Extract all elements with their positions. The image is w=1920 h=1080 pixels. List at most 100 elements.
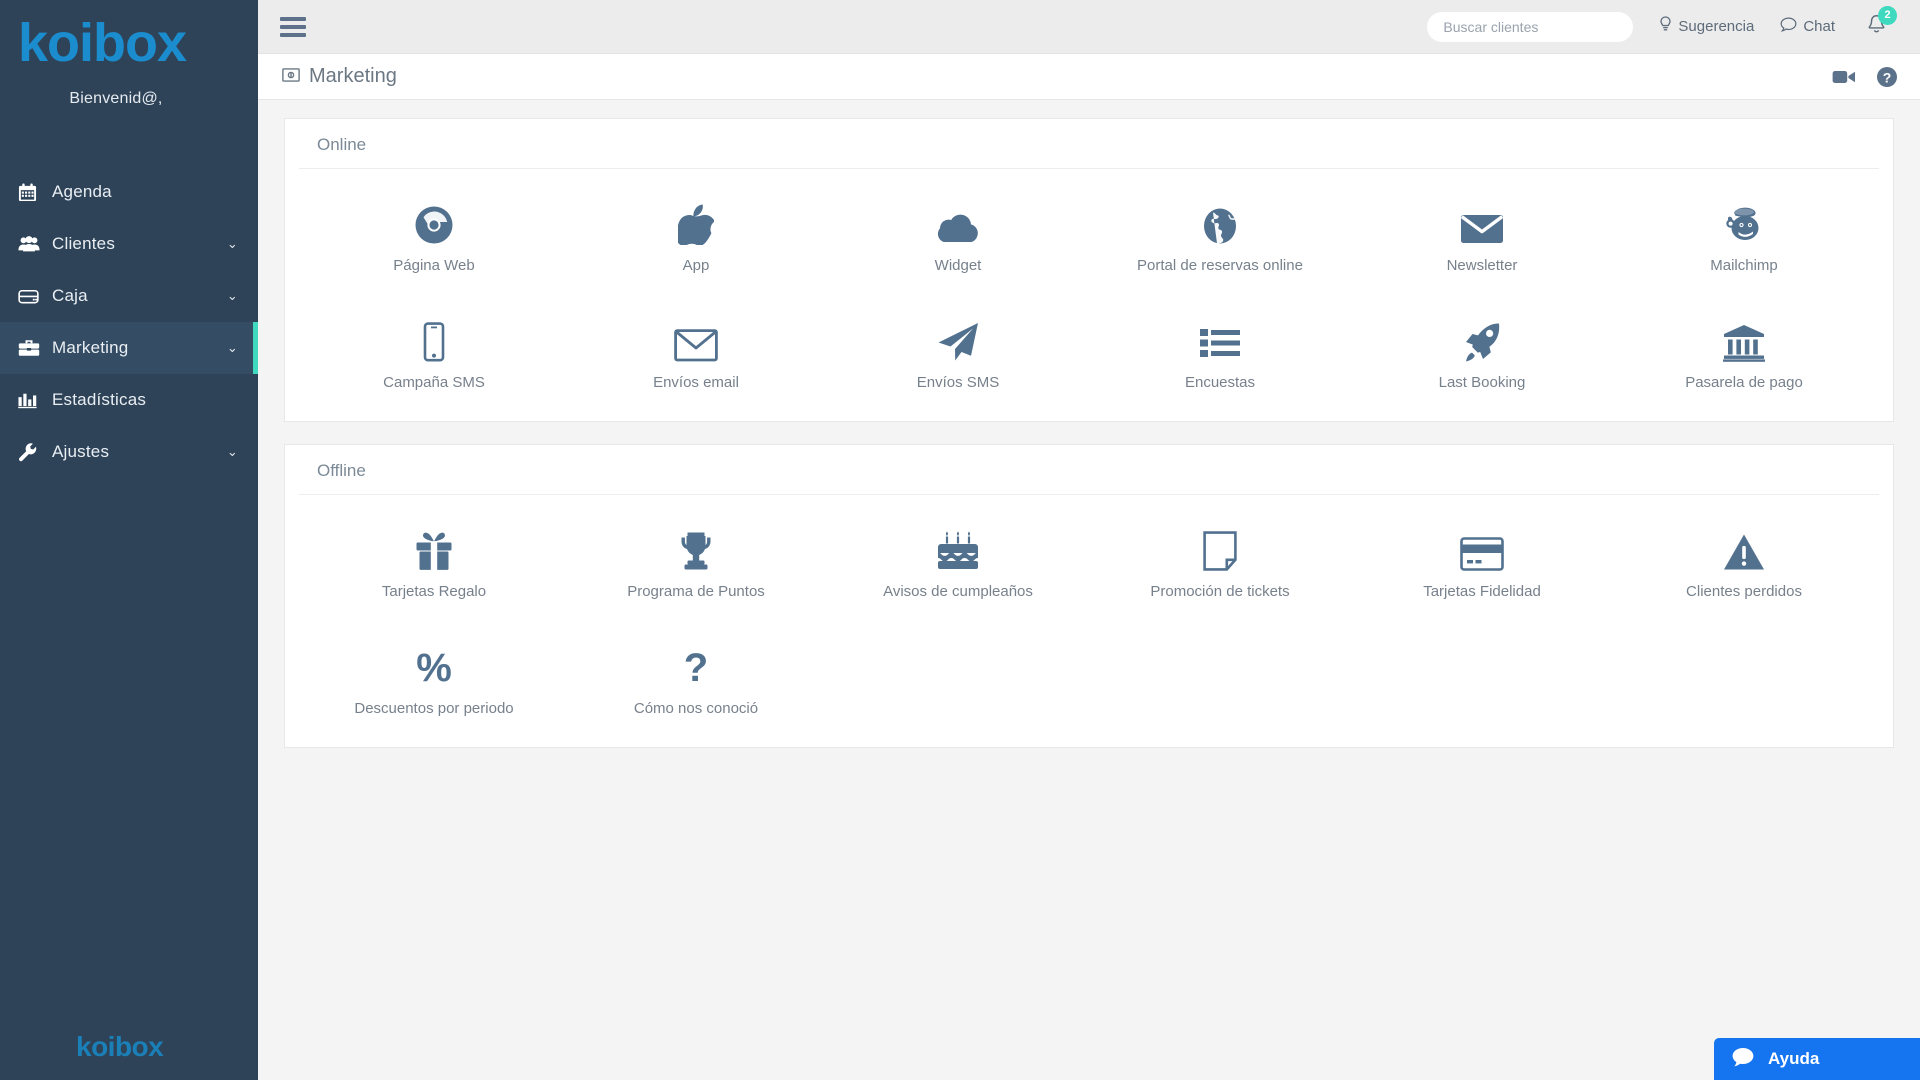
bank-icon — [1723, 316, 1765, 362]
tile-clientes-perdidos[interactable]: Clientes perdidos — [1613, 499, 1875, 616]
tile-envios-sms[interactable]: Envíos SMS — [827, 290, 1089, 407]
chat-button[interactable]: Chat — [1780, 17, 1835, 36]
sidebar-item-clientes[interactable]: Clientes ⌄ — [0, 218, 258, 270]
tile-label: Tarjetas Fidelidad — [1423, 583, 1541, 600]
sidebar-item-label: Ajustes — [52, 442, 110, 461]
chevron-down-icon: ⌄ — [226, 340, 238, 355]
notifications-button[interactable]: 2 — [1867, 5, 1897, 40]
tile-label: Pasarela de pago — [1685, 374, 1803, 391]
tile-pagina-web[interactable]: Página Web — [303, 173, 565, 290]
rocket-icon — [1463, 316, 1501, 362]
chat-bubble-icon — [1780, 17, 1797, 36]
svg-text:koibox: koibox — [76, 1031, 164, 1062]
notifications-badge: 2 — [1878, 5, 1897, 25]
briefcase-icon — [18, 339, 48, 357]
tile-descuentos-periodo[interactable]: % Descuentos por periodo — [303, 616, 565, 733]
pagebar: Marketing ? — [258, 54, 1920, 100]
sidebar-item-estadisticas[interactable]: Estadísticas — [0, 374, 258, 426]
warning-triangle-icon — [1723, 525, 1765, 571]
apple-icon — [678, 199, 714, 245]
page-title-text: Marketing — [309, 65, 397, 87]
app-root: koibox Bienvenid@, Agenda Clientes ⌄ Caj… — [0, 0, 1920, 1080]
list-icon — [1200, 316, 1240, 362]
help-widget-button[interactable]: Ayuda — [1714, 1038, 1920, 1080]
sidebar-item-caja[interactable]: Caja ⌄ — [0, 270, 258, 322]
koibox-logo-icon: koibox — [18, 14, 188, 73]
question-circle-icon[interactable]: ? — [1876, 66, 1898, 88]
paper-plane-icon — [937, 316, 979, 362]
tile-label: Tarjetas Regalo — [381, 583, 487, 600]
tile-grid-online: Página Web App Widget Portal de reservas… — [285, 169, 1893, 407]
sidebar: koibox Bienvenid@, Agenda Clientes ⌄ Caj… — [0, 0, 258, 1080]
topbar: Sugerencia Chat 2 — [258, 0, 1920, 54]
tile-tarjetas-regalo[interactable]: Tarjetas Regalo — [303, 499, 565, 616]
search-input[interactable] — [1427, 11, 1634, 42]
question-mark-icon: ? — [684, 642, 708, 688]
chevron-down-icon: ⌄ — [226, 236, 238, 251]
tile-label: Clientes perdidos — [1686, 583, 1802, 600]
tile-label: Last Booking — [1438, 374, 1526, 391]
mobile-phone-icon — [422, 316, 446, 362]
chrome-icon — [414, 199, 454, 245]
tile-promocion-tickets[interactable]: Promoción de tickets — [1089, 499, 1351, 616]
tile-mailchimp[interactable]: Mailchimp — [1613, 173, 1875, 290]
sidebar-item-label: Estadísticas — [52, 390, 147, 409]
main-area: Sugerencia Chat 2 — [258, 0, 1920, 1080]
birthday-cake-icon — [937, 525, 979, 571]
koibox-footer-logo-icon: koibox — [76, 1031, 165, 1062]
tile-pasarela-pago[interactable]: Pasarela de pago — [1613, 290, 1875, 407]
tile-label: Avisos de cumpleaños — [883, 583, 1033, 600]
content-area: Online Página Web App Widget Portal de r… — [258, 100, 1920, 1080]
envelope-outline-icon — [674, 316, 718, 362]
tile-campana-sms[interactable]: Campaña SMS — [303, 290, 565, 407]
page-title: Marketing — [282, 65, 397, 88]
tile-grid-offline: Tarjetas Regalo Programa de Puntos Aviso… — [285, 495, 1893, 733]
tile-label: Mailchimp — [1710, 257, 1778, 274]
tile-programa-puntos[interactable]: Programa de Puntos — [565, 499, 827, 616]
tile-label: App — [682, 257, 710, 274]
tile-label: Cómo nos conoció — [633, 700, 759, 717]
mailchimp-icon — [1723, 199, 1765, 245]
svg-text:koibox: koibox — [18, 14, 187, 73]
brand-logo[interactable]: koibox — [0, 0, 258, 76]
bar-chart-icon — [18, 391, 48, 409]
tile-label: Portal de reservas online — [1137, 257, 1303, 274]
welcome-text: Bienvenid@, — [69, 90, 163, 107]
tile-envios-email[interactable]: Envíos email — [565, 290, 827, 407]
tile-tarjetas-fidelidad[interactable]: Tarjetas Fidelidad — [1351, 499, 1613, 616]
tile-app[interactable]: App — [565, 173, 827, 290]
tile-encuestas[interactable]: Encuestas — [1089, 290, 1351, 407]
file-icon — [1203, 525, 1237, 571]
chat-bubble-icon — [1732, 1047, 1754, 1072]
sidebar-item-marketing[interactable]: Marketing ⌄ — [0, 322, 258, 374]
tile-last-booking[interactable]: Last Booking — [1351, 290, 1613, 407]
tile-avisos-cumpleanos[interactable]: Avisos de cumpleaños — [827, 499, 1089, 616]
tile-label: Campaña SMS — [383, 374, 485, 391]
sidebar-item-label: Marketing — [52, 338, 129, 357]
tile-widget[interactable]: Widget — [827, 173, 1089, 290]
tile-label: Encuestas — [1184, 374, 1256, 391]
chat-label: Chat — [1803, 18, 1835, 35]
sidebar-item-label: Agenda — [52, 182, 112, 201]
tile-como-nos-conocio[interactable]: ? Cómo nos conoció — [565, 616, 827, 733]
panel-title-offline: Offline — [299, 445, 1879, 495]
wrench-icon — [18, 442, 48, 462]
suggestion-button[interactable]: Sugerencia — [1659, 16, 1754, 37]
globe-icon — [1201, 199, 1239, 245]
hamburger-icon[interactable] — [280, 16, 306, 37]
sidebar-item-agenda[interactable]: Agenda — [0, 166, 258, 218]
panel-title-online: Online — [299, 119, 1879, 169]
tile-newsletter[interactable]: Newsletter — [1351, 173, 1613, 290]
tile-label: Envíos SMS — [916, 374, 1000, 391]
panel-online: Online Página Web App Widget Portal de r… — [284, 118, 1894, 422]
sidebar-item-ajustes[interactable]: Ajustes ⌄ — [0, 426, 258, 478]
video-camera-icon[interactable] — [1832, 68, 1856, 86]
suggestion-label: Sugerencia — [1678, 18, 1755, 35]
tile-portal-reservas[interactable]: Portal de reservas online — [1089, 173, 1351, 290]
help-widget-label: Ayuda — [1768, 1049, 1820, 1068]
envelope-solid-icon — [1460, 199, 1504, 245]
tile-label: Página Web — [393, 257, 475, 274]
question-glyph: ? — [683, 646, 709, 690]
calendar-icon — [18, 182, 48, 202]
tile-label: Newsletter — [1446, 257, 1518, 274]
